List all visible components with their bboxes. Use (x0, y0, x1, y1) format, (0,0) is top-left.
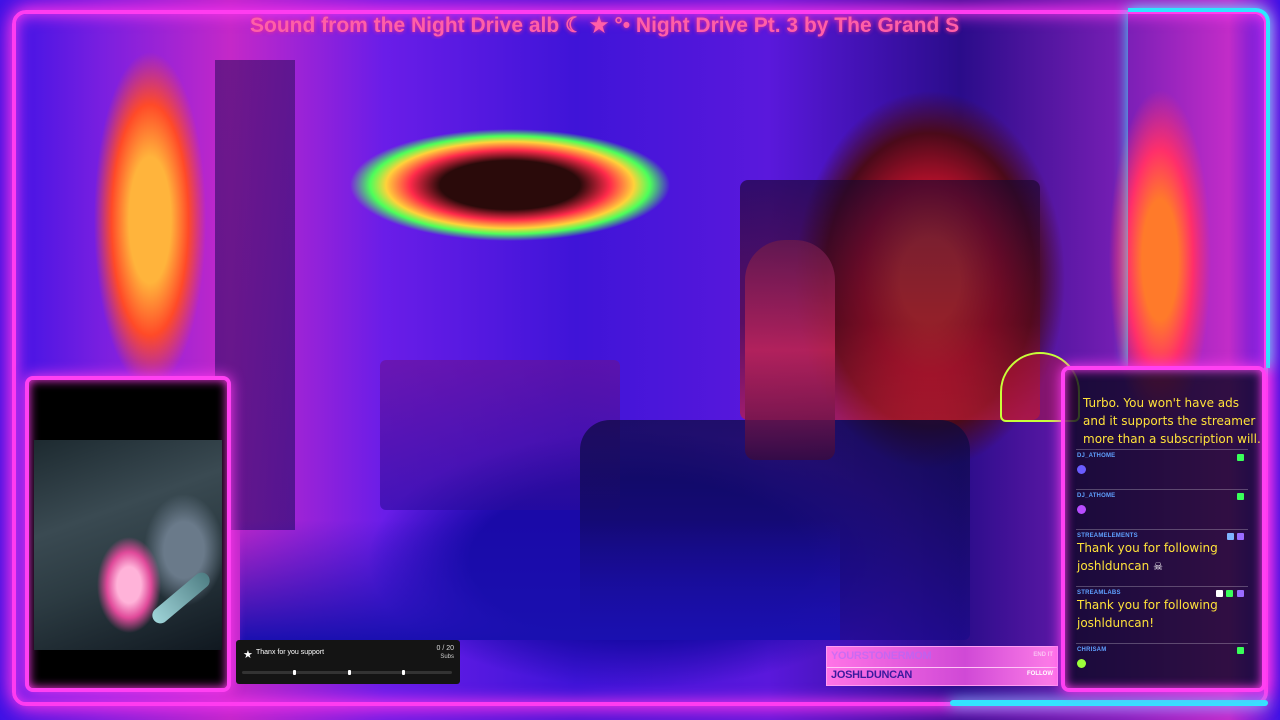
chat-username[interactable]: CHRISAM (1077, 647, 1249, 653)
mod-badge-icon (1237, 454, 1244, 461)
recent-event-type: END IT (1033, 652, 1053, 658)
now-playing-ticker: Sound from the Night Drive alb ☾ ★ °• Ni… (250, 14, 960, 37)
neon-overlay-accent-top (1128, 8, 1270, 368)
chat-message-text: Thank you for following joshlduncan! (1077, 598, 1218, 630)
mod-badge-icon (1237, 647, 1244, 654)
emote-icon (1077, 464, 1086, 474)
mod-badge-icon (1237, 493, 1244, 500)
recent-event-type: FOLLOW (1027, 671, 1053, 677)
sub-goal-progress-track (242, 670, 452, 675)
chat-divider (1076, 529, 1248, 530)
chat-divider (1076, 449, 1248, 450)
chat-message: STREAMLABS Thank you for following joshl… (1077, 590, 1249, 632)
sub-goal-count: 0 / 20 (436, 645, 454, 652)
chat-message: DJ_ATHOME (1077, 493, 1249, 517)
mod-badge-icon (1226, 590, 1233, 597)
recent-event-row: JOSHLDUNCAN FOLLOW (827, 667, 1057, 685)
recent-event-name: JOSHLDUNCAN (831, 669, 913, 681)
chat-message-text: Thank you for following joshlduncan ☠ (1077, 539, 1249, 576)
chat-message: STREAMELEMENTS Thank you for following j… (1077, 533, 1249, 576)
game-capture-video (34, 440, 222, 650)
chat-username[interactable]: DJ_ATHOME (1077, 493, 1249, 499)
chat-message: CHRISAM (1077, 647, 1249, 671)
partner-badge-icon (1237, 533, 1244, 540)
sub-goal-milestone-tick (402, 670, 405, 675)
verified-badge-icon (1216, 590, 1223, 597)
sub-goal-milestone-tick (348, 670, 351, 675)
star-icon: ★ (243, 649, 253, 661)
sub-goal-milestone-tick (293, 670, 296, 675)
emote-icon (1077, 504, 1086, 514)
recent-events-widget: YOURSTONERMOM END IT JOSHLDUNCAN FOLLOW (826, 646, 1058, 686)
neon-overlay-accent-bottom (950, 700, 1268, 706)
sub-goal-unit: Subs (440, 654, 454, 660)
chat-divider (1076, 586, 1248, 587)
skull-icon: ☠ (1153, 560, 1163, 573)
recent-event-row: YOURSTONERMOM END IT (827, 649, 1057, 667)
chat-message: DJ_ATHOME (1077, 453, 1249, 477)
chat-divider (1076, 643, 1248, 644)
chat-divider (1076, 489, 1248, 490)
partner-badge-icon (1237, 590, 1244, 597)
chat-username[interactable]: DJ_ATHOME (1077, 453, 1249, 459)
sub-goal-label: Thanx for you support (256, 649, 325, 656)
recent-event-name: YOURSTONERMOM (831, 650, 932, 662)
sub-goal-widget: ★ Thanx for you support 0 / 20 Subs (236, 640, 460, 684)
emote-icon (1077, 658, 1086, 668)
game-weapon (149, 569, 213, 627)
verified-badge-icon (1227, 533, 1234, 540)
chat-message-text: Turbo. You won't have ads and it support… (1083, 396, 1261, 446)
